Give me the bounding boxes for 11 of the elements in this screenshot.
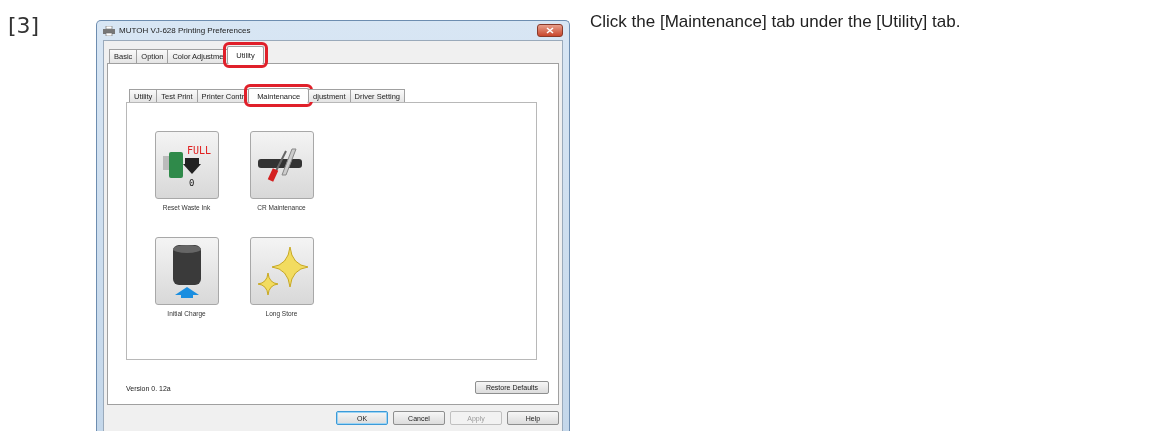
tool-button[interactable] — [249, 131, 314, 199]
printer-icon — [103, 25, 115, 36]
step-number: [3] — [7, 12, 41, 40]
close-button[interactable] — [537, 24, 563, 37]
close-icon — [546, 27, 554, 34]
tool-button[interactable] — [154, 237, 219, 305]
instruction-text: Click the [Maintenance] tab under the [Utility] tab. — [590, 12, 961, 33]
full-label: FULL — [186, 145, 211, 156]
window-title: MUTOH VJ-628 Printing Preferences — [119, 26, 252, 35]
count-label: 0 — [188, 178, 194, 188]
tool-button[interactable]: FULL 0 — [154, 131, 219, 199]
